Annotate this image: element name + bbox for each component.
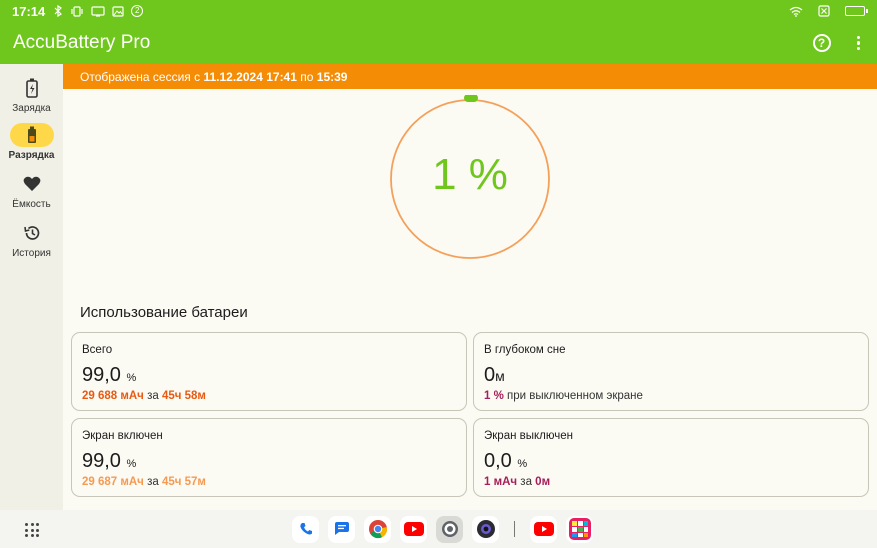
dock-separator xyxy=(514,521,515,537)
card-screen-on-detail: 29 687 мАч за 45ч 57м xyxy=(82,476,206,488)
banner-prefix: Отображена сессия с xyxy=(80,69,201,84)
gallery-icon xyxy=(112,5,124,17)
card-deep-sleep[interactable]: В глубоком сне 0м 1 % при выключенном эк… xyxy=(473,332,869,411)
system-navigation-bar xyxy=(0,510,877,548)
app-bar: AccuBattery Pro ? xyxy=(0,22,877,64)
card-deep-sleep-detail: 1 % при выключенном экране xyxy=(484,390,643,402)
card-deep-sleep-value: 0м xyxy=(484,364,505,386)
vibrate-icon xyxy=(70,5,84,17)
card-screen-off-value: 0,0 % xyxy=(484,450,528,472)
card-total-detail: 29 688 мАч за 45ч 58м xyxy=(82,390,206,402)
nav-label-capacity: Ёмкость xyxy=(12,199,51,210)
youtube-recent-app-icon[interactable] xyxy=(530,515,557,543)
help-icon[interactable]: ? xyxy=(812,34,831,52)
heart-icon xyxy=(10,172,54,196)
nav-item-history[interactable]: История xyxy=(0,221,63,259)
camera-app-icon[interactable] xyxy=(472,515,499,543)
app-dock xyxy=(292,514,593,544)
youtube-app-icon[interactable] xyxy=(400,515,427,543)
chrome-app-icon[interactable] xyxy=(364,515,391,543)
card-screen-on-label: Экран включен xyxy=(82,430,163,442)
nav-item-capacity[interactable]: Ёмкость xyxy=(0,172,63,210)
session-banner[interactable]: Отображена сессия с 11.12.2024 17:41 по … xyxy=(63,64,877,89)
more-options-icon[interactable] xyxy=(853,35,865,51)
app-title: AccuBattery Pro xyxy=(13,32,151,53)
status-time: 17:14 xyxy=(12,3,46,19)
banner-end: 15:39 xyxy=(316,69,348,84)
settings-app-icon[interactable] xyxy=(436,515,463,543)
gauge-level-marker xyxy=(464,95,478,102)
gauge-value: 1 % xyxy=(432,150,508,199)
card-screen-on-value: 99,0 % xyxy=(82,450,137,472)
card-total-label: Всего xyxy=(82,344,113,356)
colorful-grid-app-icon[interactable] xyxy=(566,515,593,543)
card-screen-off[interactable]: Экран выключен 0,0 % 1 мАч за 0м xyxy=(473,418,869,497)
card-screen-on[interactable]: Экран включен 99,0 % 29 687 мАч за 45ч 5… xyxy=(71,418,467,497)
app-drawer-icon[interactable] xyxy=(25,523,39,537)
bluetooth-icon xyxy=(53,5,63,17)
status-bar: 17:14 2 xyxy=(0,0,877,22)
battery-status-icon xyxy=(845,6,868,16)
card-screen-off-label: Экран выключен xyxy=(484,430,573,442)
discharging-battery-icon xyxy=(9,123,54,147)
history-icon xyxy=(10,221,54,245)
charging-battery-icon xyxy=(10,76,54,100)
banner-start: 11.12.2024 17:41 xyxy=(203,69,297,84)
side-navigation: Зарядка Разрядка Ёмкость История xyxy=(0,64,63,510)
card-deep-sleep-label: В глубоком сне xyxy=(484,344,566,356)
phone-app-icon[interactable] xyxy=(292,515,319,543)
messages-app-icon[interactable] xyxy=(328,515,355,543)
card-total[interactable]: Всего 99,0 % 29 688 мАч за 45ч 58м xyxy=(71,332,467,411)
card-total-value: 99,0 % xyxy=(82,364,137,386)
nav-item-discharging[interactable]: Разрядка xyxy=(0,123,63,161)
nav-item-charging[interactable]: Зарядка xyxy=(0,76,63,114)
nav-label-discharging: Разрядка xyxy=(8,150,55,161)
section-title: Использование батареи xyxy=(80,304,248,321)
no-sim-icon xyxy=(818,5,830,17)
notification-count-badge: 2 xyxy=(131,5,144,17)
banner-mid: по xyxy=(300,69,314,84)
nav-label-history: История xyxy=(12,248,51,259)
wifi-icon xyxy=(789,6,803,17)
cast-icon xyxy=(91,5,105,17)
nav-label-charging: Зарядка xyxy=(12,103,51,114)
card-screen-off-detail: 1 мАч за 0м xyxy=(484,476,551,488)
